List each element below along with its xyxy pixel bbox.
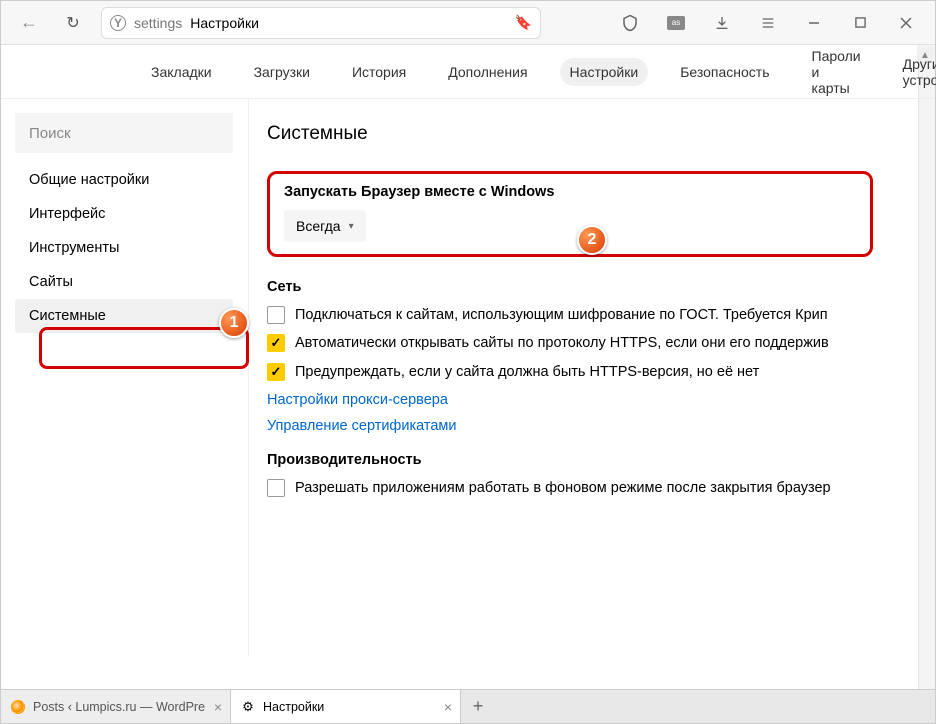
performance-heading: Производительность xyxy=(267,452,935,468)
maximize-button[interactable] xyxy=(837,6,883,40)
tab-downloads[interactable]: Загрузки xyxy=(244,58,320,86)
bookmark-icon[interactable]: 🔖 xyxy=(515,14,532,31)
shield-icon[interactable] xyxy=(607,6,653,40)
back-button[interactable]: ← xyxy=(7,6,51,40)
toolbar-right: as xyxy=(607,6,929,40)
site-icon: Y xyxy=(110,15,126,31)
link-certs[interactable]: Управление сертификатами xyxy=(267,418,935,434)
checkbox-https-warn-row[interactable]: Предупреждать, если у сайта должна быть … xyxy=(267,362,935,382)
page-title: Системные xyxy=(267,123,935,145)
menu-icon[interactable] xyxy=(745,6,791,40)
tab-history[interactable]: История xyxy=(342,58,416,86)
startup-heading: Запускать Браузер вместе с Windows xyxy=(284,184,856,200)
window-tab-1[interactable]: Posts ‹ Lumpics.ru — WordPre × xyxy=(1,690,231,723)
close-icon[interactable]: × xyxy=(214,699,222,715)
checkbox-gost[interactable] xyxy=(267,306,285,324)
close-button[interactable] xyxy=(883,6,929,40)
highlight-startup: Запускать Браузер вместе с Windows Всегд… xyxy=(267,171,873,257)
tab-settings[interactable]: Настройки xyxy=(560,58,649,86)
checkbox-https-warn[interactable] xyxy=(267,363,285,381)
url-title: Настройки xyxy=(190,15,259,31)
chevron-down-icon: ▾ xyxy=(349,221,354,232)
minimize-button[interactable] xyxy=(791,6,837,40)
window-tab-2[interactable]: ⚙ Настройки × xyxy=(231,690,461,723)
main-area: Поиск Общие настройки Интерфейс Инструме… xyxy=(1,99,935,657)
search-placeholder: Поиск xyxy=(29,125,71,142)
checkbox-https-auto[interactable] xyxy=(267,334,285,352)
checkbox-gost-row[interactable]: Подключаться к сайтам, использующим шифр… xyxy=(267,305,935,325)
tab-passwords[interactable]: Пароли и карты xyxy=(802,42,871,102)
checkbox-background[interactable] xyxy=(267,479,285,497)
sidebar-item-system[interactable]: Системные xyxy=(15,299,233,333)
window-tab-2-label: Настройки xyxy=(263,700,324,714)
checkbox-background-label: Разрешать приложениям работать в фоновом… xyxy=(295,478,831,498)
sidebar-search[interactable]: Поиск xyxy=(15,113,233,153)
sidebar-item-sites[interactable]: Сайты xyxy=(15,265,233,299)
window-tab-1-label: Posts ‹ Lumpics.ru — WordPre xyxy=(33,700,205,714)
tab-extensions[interactable]: Дополнения xyxy=(438,58,537,86)
category-tabs: Закладки Загрузки История Дополнения Нас… xyxy=(1,45,935,99)
reload-button[interactable]: ↻ xyxy=(51,6,95,40)
browser-toolbar: ← ↻ Y settings Настройки 🔖 as xyxy=(1,1,935,45)
url-key: settings xyxy=(134,15,182,31)
window-tabs: Posts ‹ Lumpics.ru — WordPre × ⚙ Настрой… xyxy=(1,689,935,723)
new-tab-button[interactable]: + xyxy=(461,690,495,723)
favicon-icon xyxy=(11,700,25,714)
checkbox-gost-label: Подключаться к сайтам, использующим шифр… xyxy=(295,305,828,325)
extension-icon[interactable]: as xyxy=(653,6,699,40)
network-heading: Сеть xyxy=(267,279,935,295)
address-bar[interactable]: Y settings Настройки 🔖 xyxy=(101,7,541,39)
tab-other-devices[interactable]: Другие устройс xyxy=(893,50,936,94)
checkbox-background-row[interactable]: Разрешать приложениям работать в фоновом… xyxy=(267,478,935,498)
checkbox-https-auto-label: Автоматически открывать сайты по протоко… xyxy=(295,333,829,353)
link-proxy[interactable]: Настройки прокси-сервера xyxy=(267,392,935,408)
sidebar-item-interface[interactable]: Интерфейс xyxy=(15,197,233,231)
startup-dropdown[interactable]: Всегда ▾ xyxy=(284,210,366,242)
sidebar-item-tools[interactable]: Инструменты xyxy=(15,231,233,265)
settings-sidebar: Поиск Общие настройки Интерфейс Инструме… xyxy=(1,99,249,657)
tab-bookmarks[interactable]: Закладки xyxy=(141,58,222,86)
checkbox-https-auto-row[interactable]: Автоматически открывать сайты по протоко… xyxy=(267,333,935,353)
settings-content: Системные Запускать Браузер вместе с Win… xyxy=(249,99,935,657)
checkbox-https-warn-label: Предупреждать, если у сайта должна быть … xyxy=(295,362,759,382)
gear-icon: ⚙ xyxy=(241,700,255,714)
downloads-icon[interactable] xyxy=(699,6,745,40)
sidebar-item-general[interactable]: Общие настройки xyxy=(15,163,233,197)
close-icon[interactable]: × xyxy=(444,699,452,715)
tab-security[interactable]: Безопасность xyxy=(670,58,779,86)
startup-value: Всегда xyxy=(296,218,341,234)
